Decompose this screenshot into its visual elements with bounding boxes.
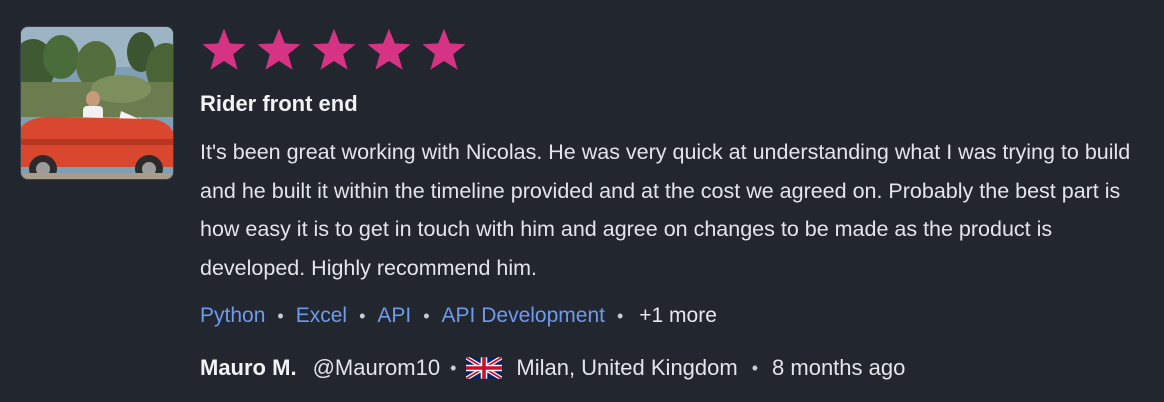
review-content: Rider front end It's been great working … bbox=[200, 28, 1150, 383]
reviewer-avatar[interactable] bbox=[20, 26, 174, 180]
star-icon bbox=[310, 28, 363, 72]
skill-tag-python[interactable]: Python bbox=[200, 304, 265, 328]
uk-flag-icon bbox=[466, 355, 503, 381]
star-icon bbox=[200, 28, 253, 72]
star-icon bbox=[420, 28, 473, 72]
star-rating bbox=[200, 28, 1150, 72]
skill-tag-excel[interactable]: Excel bbox=[296, 304, 347, 328]
star-icon bbox=[365, 28, 418, 72]
reviewer-name[interactable]: Mauro M. bbox=[200, 355, 297, 381]
reviewer-location: Milan, United Kingdom bbox=[516, 355, 738, 380]
star-icon bbox=[255, 28, 308, 72]
review-card: Rider front end It's been great working … bbox=[0, 0, 1164, 402]
review-title: Rider front end bbox=[200, 91, 358, 116]
skill-tag-api[interactable]: API bbox=[377, 304, 411, 328]
reviewer-info: Mauro M. @Maurom10 • Milan, United Kingd… bbox=[200, 353, 1150, 383]
skill-tag-api-development[interactable]: API Development bbox=[442, 304, 605, 328]
separator-dot: • bbox=[751, 357, 759, 378]
skill-tags: Python • Excel • API • API Development •… bbox=[200, 301, 1150, 331]
review-time: 8 months ago bbox=[772, 355, 906, 380]
reviewer-handle[interactable]: @Maurom10 bbox=[313, 355, 441, 381]
more-skills-button[interactable]: +1 more bbox=[639, 304, 717, 328]
separator-dot: • bbox=[450, 357, 457, 378]
separator-dot: • bbox=[277, 305, 284, 326]
separator-dot: • bbox=[359, 305, 366, 326]
separator-dot: • bbox=[423, 305, 430, 326]
separator-dot: • bbox=[616, 305, 624, 326]
review-body: It's been great working with Nicolas. He… bbox=[200, 140, 1131, 280]
